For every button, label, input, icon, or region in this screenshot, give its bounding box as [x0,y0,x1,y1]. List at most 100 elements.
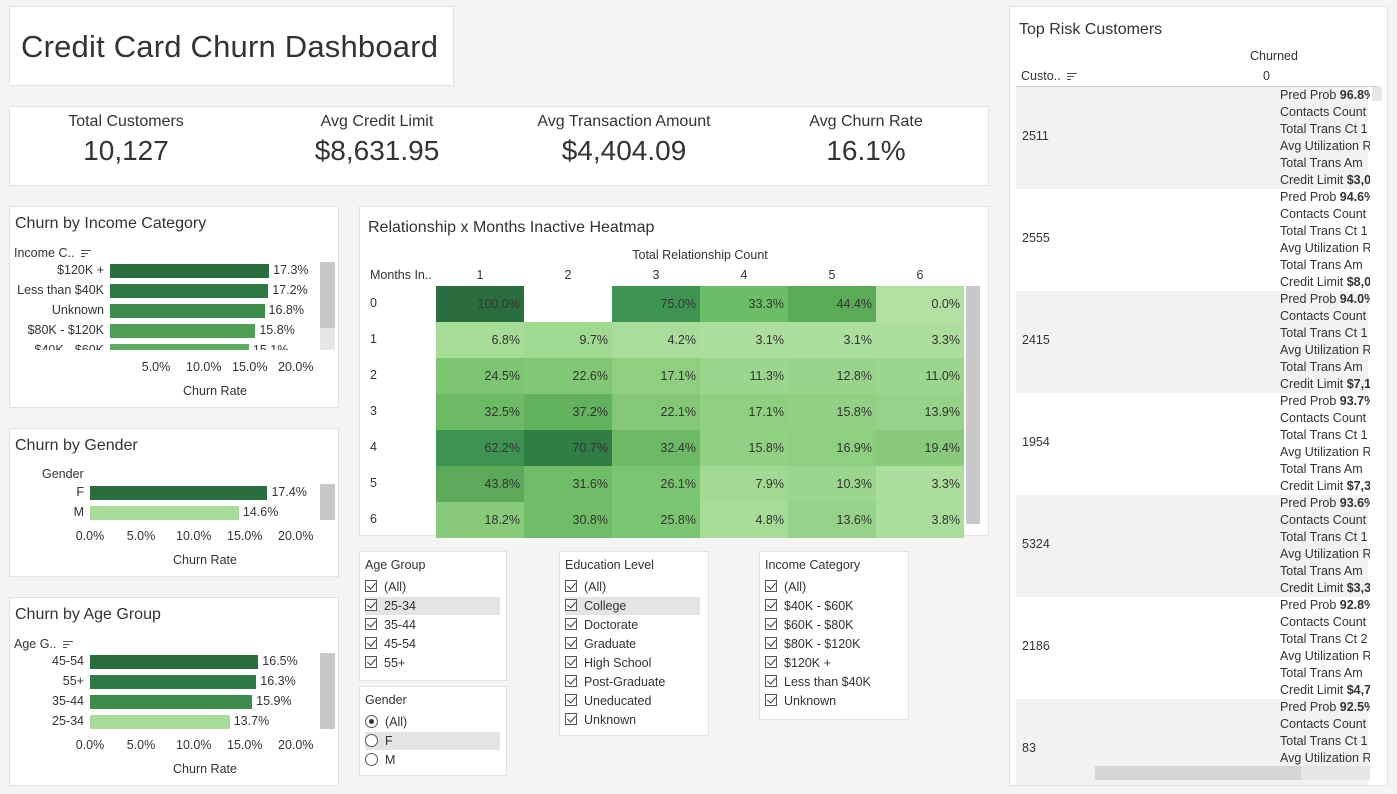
checkbox-checked-icon[interactable] [565,694,577,707]
heatmap-cell[interactable]: 24.5% [436,358,524,394]
heatmap-cell[interactable]: 25.8% [612,502,700,538]
risk-customer-row[interactable]: 5324Pred Prob 93.6%Contacts CountTotal T… [1016,495,1370,597]
sort-icon[interactable] [80,249,91,258]
heatmap-cell[interactable]: 22.6% [524,358,612,394]
bar[interactable] [110,304,265,318]
checkbox-checked-icon[interactable] [565,637,577,650]
bar[interactable] [110,324,256,338]
heatmap-cell[interactable]: 4.2% [612,322,700,358]
checkbox-checked-icon[interactable] [565,675,577,688]
checkbox-checked-icon[interactable] [365,599,377,612]
filter-option[interactable]: 55+ [365,654,500,672]
heatmap-cell[interactable]: 15.8% [788,394,876,430]
risk-v-scrollbar[interactable] [1372,87,1382,101]
heatmap-cell[interactable]: 16.9% [788,430,876,466]
heatmap-cell[interactable]: 3.3% [876,466,964,502]
scroll-thumb[interactable] [966,286,980,524]
checkbox-checked-icon[interactable] [365,637,377,650]
risk-customer-row[interactable]: 2511Pred Prob 96.8%Contacts CountTotal T… [1016,87,1370,189]
filter-option[interactable]: Graduate [565,635,700,653]
heatmap-cell[interactable]: 17.1% [612,358,700,394]
filter-option[interactable]: $60K - $80K [765,616,900,634]
filter-option[interactable]: Doctorate [565,616,700,634]
checkbox-checked-icon[interactable] [565,713,577,726]
sort-icon[interactable] [1067,72,1078,81]
age-scrollbar[interactable] [320,653,335,729]
bar[interactable] [90,655,259,669]
heatmap-cell[interactable]: 13.9% [876,394,964,430]
filter-option[interactable]: Less than $40K [765,673,900,691]
filter-option[interactable]: $120K + [765,654,900,672]
scroll-thumb[interactable] [320,484,335,520]
heatmap-cell[interactable]: 9.7% [524,322,612,358]
bar-label[interactable]: 55+ [10,674,84,688]
checkbox-checked-icon[interactable] [765,656,777,669]
filter-option[interactable]: (All) [365,713,500,731]
age-dim-header[interactable]: Age G.. [14,637,73,651]
scroll-thumb[interactable] [320,262,335,328]
bar-label[interactable]: 25-34 [10,714,84,728]
checkbox-checked-icon[interactable] [565,580,577,593]
heatmap-cell[interactable]: 44.4% [788,286,876,322]
heatmap-cell[interactable]: 70.7% [524,430,612,466]
checkbox-checked-icon[interactable] [765,599,777,612]
heatmap-cell[interactable]: 3.8% [876,502,964,538]
filter-option[interactable]: $80K - $120K [765,635,900,653]
heatmap-scrollbar[interactable] [966,286,980,524]
checkbox-checked-icon[interactable] [365,580,377,593]
heatmap-cell[interactable]: 31.6% [524,466,612,502]
heatmap-cell[interactable]: 30.8% [524,502,612,538]
bar-label[interactable]: Unknown [10,303,104,317]
risk-h-scrollbar[interactable] [1095,766,1370,780]
heatmap-cell[interactable]: 11.3% [700,358,788,394]
filter-option[interactable]: Uneducated [565,692,700,710]
bar[interactable] [110,344,249,350]
radio-button[interactable] [365,752,378,766]
heatmap-cell[interactable]: 0.0% [876,286,964,322]
risk-customer-row[interactable]: 2186Pred Prob 92.8%Contacts CountTotal T… [1016,597,1370,699]
bar[interactable] [90,486,268,500]
checkbox-checked-icon[interactable] [765,637,777,650]
heatmap-cell[interactable]: 3.3% [876,322,964,358]
bar-label[interactable]: 35-44 [10,694,84,708]
heatmap-cell[interactable]: 13.6% [788,502,876,538]
bar-label[interactable]: $80K - $120K [10,323,104,337]
heatmap-cell[interactable]: 6.8% [436,322,524,358]
bar[interactable] [110,264,270,278]
income-dim-header[interactable]: Income C.. [14,246,91,260]
checkbox-checked-icon[interactable] [565,618,577,631]
checkbox-checked-icon[interactable] [565,599,577,612]
filter-option[interactable]: Unknown [765,692,900,710]
bar[interactable] [110,284,269,298]
heatmap-cell[interactable]: 12.8% [788,358,876,394]
heatmap-cell[interactable]: 19.4% [876,430,964,466]
checkbox-checked-icon[interactable] [765,694,777,707]
checkbox-checked-icon[interactable] [565,656,577,669]
checkbox-checked-icon[interactable] [765,675,777,688]
heatmap-cell[interactable]: 22.1% [612,394,700,430]
bar-label[interactable]: 45-54 [10,654,84,668]
bar[interactable] [90,715,230,729]
gender-scrollbar[interactable] [320,484,335,520]
heatmap-cell[interactable]: 33.3% [700,286,788,322]
filter-option[interactable]: (All) [765,578,900,596]
scroll-thumb[interactable] [320,653,335,729]
filter-option[interactable]: (All) [365,578,500,596]
heatmap-cell[interactable]: 7.9% [700,466,788,502]
risk-customer-row[interactable]: 2555Pred Prob 94.6%Contacts CountTotal T… [1016,189,1370,291]
filter-option[interactable]: Post-Graduate [565,673,700,691]
radio-button[interactable] [365,714,378,728]
filter-option[interactable]: 35-44 [365,616,500,634]
heatmap-cell[interactable]: 32.5% [436,394,524,430]
risk-row-header[interactable]: Custo.. [1021,69,1078,83]
filter-option[interactable]: M [365,751,500,769]
heatmap-cell[interactable]: 62.2% [436,430,524,466]
bar-label[interactable]: $40K - $60K [10,343,105,350]
filter-option[interactable]: 45-54 [365,635,500,653]
filter-option[interactable]: F [365,732,500,750]
heatmap-cell[interactable]: 43.8% [436,466,524,502]
sort-icon[interactable] [62,640,73,649]
heatmap-cell[interactable]: 11.0% [876,358,964,394]
risk-customer-row[interactable]: 1954Pred Prob 93.7%Contacts CountTotal T… [1016,393,1370,495]
risk-customer-row[interactable]: 2415Pred Prob 94.0%Contacts CountTotal T… [1016,291,1370,393]
